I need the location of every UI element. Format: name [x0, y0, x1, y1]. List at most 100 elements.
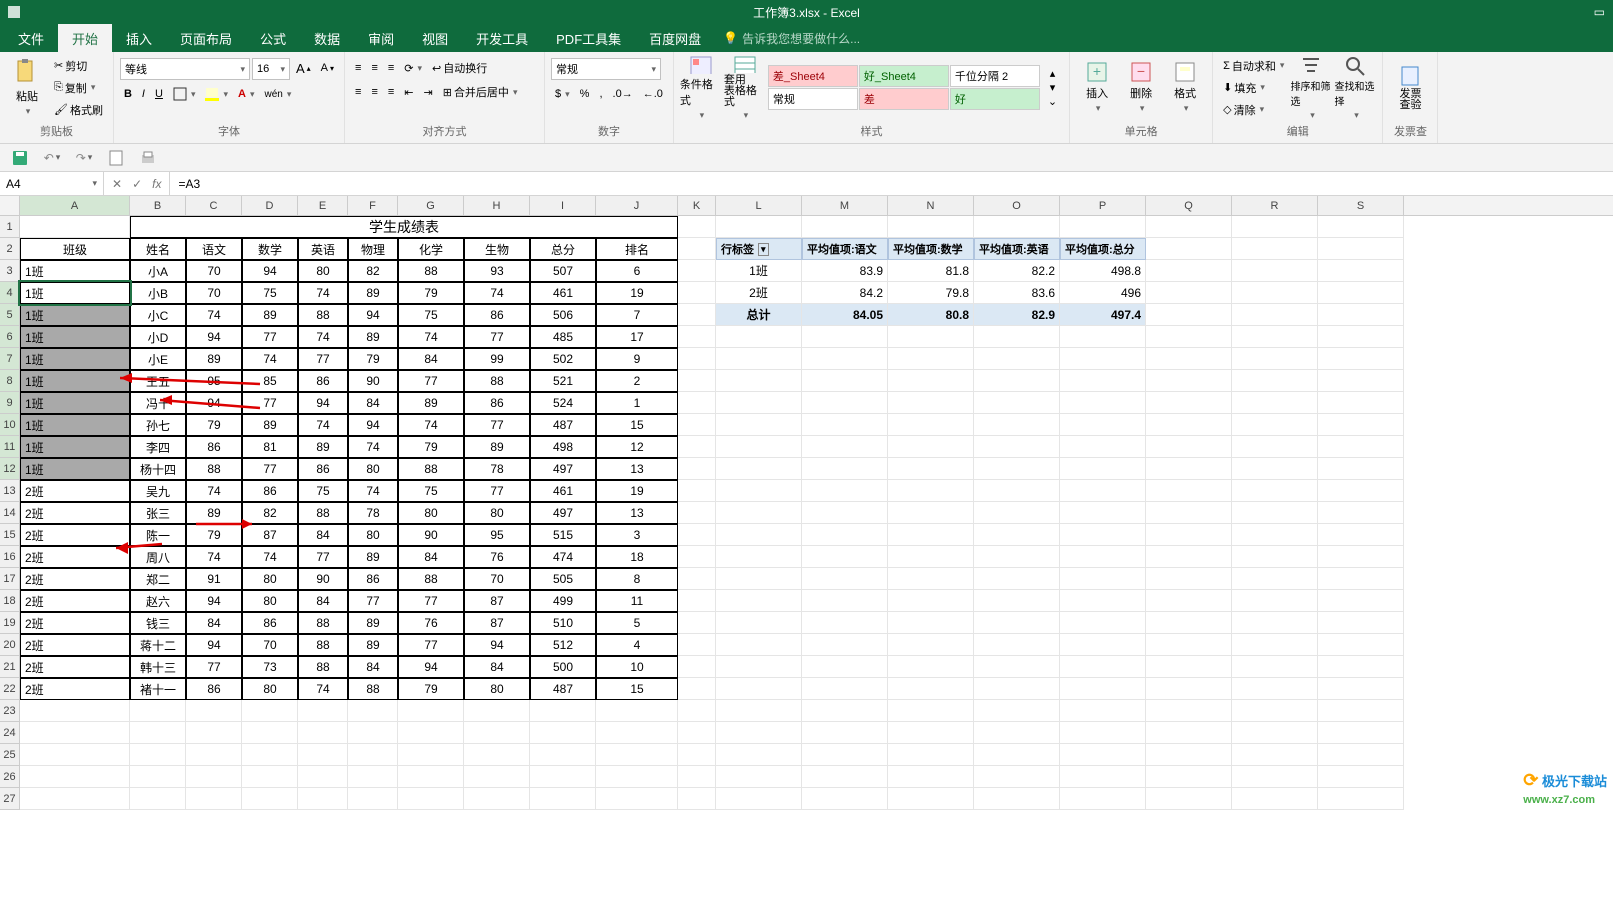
cell[interactable]: 80 — [464, 678, 530, 700]
cell[interactable]: 1班 — [20, 282, 130, 304]
row-header[interactable]: 16 — [0, 546, 20, 568]
decrease-decimal-button[interactable]: ←.0 — [639, 84, 667, 104]
cell[interactable] — [1318, 766, 1404, 788]
cell[interactable] — [678, 612, 716, 634]
style-bad-sheet4[interactable]: 差_Sheet4 — [768, 65, 858, 87]
row-header[interactable]: 10 — [0, 414, 20, 436]
cell[interactable]: 姓名 — [130, 238, 186, 260]
cell[interactable] — [1146, 722, 1232, 744]
cell[interactable] — [242, 744, 298, 766]
cell[interactable] — [802, 722, 888, 744]
row-header[interactable]: 4 — [0, 282, 20, 304]
style-more[interactable]: ⌄ — [1044, 95, 1061, 109]
cell[interactable] — [242, 700, 298, 722]
cell[interactable] — [1146, 634, 1232, 656]
cell[interactable] — [802, 392, 888, 414]
cell[interactable] — [1232, 546, 1318, 568]
cell[interactable]: 93 — [464, 260, 530, 282]
cell[interactable]: 502 — [530, 348, 596, 370]
cell[interactable] — [1232, 370, 1318, 392]
cell[interactable]: 84 — [398, 348, 464, 370]
cell[interactable] — [1060, 414, 1146, 436]
cell[interactable]: 496 — [1060, 282, 1146, 304]
cell[interactable]: 497.4 — [1060, 304, 1146, 326]
cell[interactable] — [802, 612, 888, 634]
column-header-J[interactable]: J — [596, 196, 678, 215]
cell[interactable]: 498 — [530, 436, 596, 458]
align-bottom-button[interactable]: ≡ — [384, 58, 398, 78]
cell[interactable] — [716, 458, 802, 480]
cell[interactable] — [398, 788, 464, 810]
cell[interactable] — [1318, 590, 1404, 612]
cell[interactable]: 87 — [464, 590, 530, 612]
cell[interactable] — [1060, 348, 1146, 370]
cell[interactable]: 13 — [596, 502, 678, 524]
fill-button[interactable]: ⬇填充▾ — [1219, 78, 1288, 98]
cell[interactable] — [678, 414, 716, 436]
cell[interactable]: 79 — [186, 414, 242, 436]
row-header[interactable]: 19 — [0, 612, 20, 634]
cell[interactable] — [678, 348, 716, 370]
cell[interactable]: 86 — [242, 480, 298, 502]
cell[interactable]: 1班 — [20, 414, 130, 436]
cell[interactable] — [1146, 788, 1232, 810]
cell[interactable] — [888, 546, 974, 568]
cell[interactable] — [1060, 590, 1146, 612]
cell[interactable]: 11 — [596, 590, 678, 612]
cell[interactable] — [888, 480, 974, 502]
cell[interactable]: 2班 — [20, 634, 130, 656]
cell[interactable]: 487 — [530, 414, 596, 436]
cell[interactable] — [20, 744, 130, 766]
cell[interactable]: 78 — [348, 502, 398, 524]
cell[interactable] — [1146, 480, 1232, 502]
cell[interactable]: 韩十三 — [130, 656, 186, 678]
fx-button[interactable]: fx — [152, 177, 161, 191]
cell[interactable] — [1318, 788, 1404, 810]
row-header[interactable]: 9 — [0, 392, 20, 414]
column-header-O[interactable]: O — [974, 196, 1060, 215]
row-header[interactable]: 7 — [0, 348, 20, 370]
cell[interactable] — [1318, 568, 1404, 590]
cell[interactable]: 90 — [348, 370, 398, 392]
cell[interactable] — [678, 436, 716, 458]
cell[interactable] — [298, 766, 348, 788]
cell[interactable]: 77 — [242, 458, 298, 480]
cell[interactable]: 79 — [398, 282, 464, 304]
cell[interactable]: 80 — [464, 502, 530, 524]
cell[interactable] — [716, 524, 802, 546]
cell[interactable]: 75 — [242, 282, 298, 304]
cell[interactable] — [716, 568, 802, 590]
cell[interactable] — [974, 436, 1060, 458]
cell[interactable]: 74 — [464, 282, 530, 304]
cell[interactable]: 89 — [242, 304, 298, 326]
cell[interactable] — [888, 392, 974, 414]
tab-data[interactable]: 数据 — [300, 23, 354, 54]
delete-cells-button[interactable]: −删除▾ — [1120, 55, 1162, 121]
cell[interactable] — [1146, 304, 1232, 326]
cell[interactable] — [1146, 678, 1232, 700]
cell[interactable] — [596, 744, 678, 766]
cell[interactable]: 95 — [186, 370, 242, 392]
column-header-E[interactable]: E — [298, 196, 348, 215]
cell[interactable]: 孙七 — [130, 414, 186, 436]
cell[interactable]: 521 — [530, 370, 596, 392]
cell[interactable] — [1232, 766, 1318, 788]
cell[interactable] — [1060, 546, 1146, 568]
bold-button[interactable]: B — [120, 84, 136, 104]
cell[interactable] — [678, 216, 716, 238]
cell[interactable]: 小E — [130, 348, 186, 370]
cell[interactable] — [716, 392, 802, 414]
cell[interactable] — [348, 700, 398, 722]
cell[interactable]: 1班 — [20, 392, 130, 414]
cell[interactable] — [678, 304, 716, 326]
cell[interactable]: 74 — [186, 480, 242, 502]
cell[interactable] — [348, 788, 398, 810]
cell[interactable] — [130, 744, 186, 766]
cell[interactable]: 74 — [186, 304, 242, 326]
cell[interactable]: 500 — [530, 656, 596, 678]
cell[interactable]: 94 — [398, 656, 464, 678]
cell[interactable] — [802, 370, 888, 392]
font-color-button[interactable]: A▾ — [234, 84, 258, 104]
find-select-button[interactable]: 查找和选择▾ — [1334, 55, 1376, 121]
cell[interactable] — [974, 216, 1060, 238]
